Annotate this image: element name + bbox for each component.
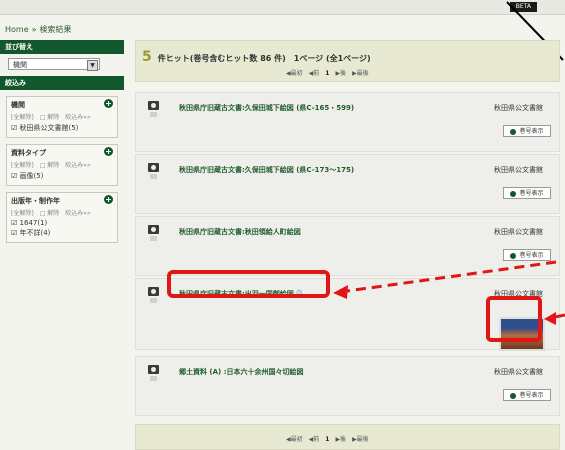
image-type-badge (150, 174, 157, 179)
result-owner: 秋田県公文書館 (494, 228, 543, 236)
result-title-link[interactable]: 郷土資料 (A) :日本六十余州国々切絵図 (179, 367, 304, 377)
circle-icon (510, 252, 517, 259)
pager-last[interactable]: ▶最後 (352, 70, 369, 77)
thumbnail-highlight-box (486, 296, 542, 342)
filter-checkbox-item[interactable]: ☑ 年不詳(4) (11, 228, 113, 238)
camera-icon (148, 225, 159, 234)
expand-icon[interactable]: + (104, 99, 113, 108)
image-type-badge (150, 236, 157, 241)
circle-icon (510, 392, 517, 399)
result-owner: 秋田県公文書館 (494, 166, 543, 174)
filter-title: 資料タイプ (11, 149, 46, 157)
breadcrumb-separator: » (31, 25, 37, 34)
camera-icon (148, 287, 159, 296)
pager-bottom: ◀最初 ◀前 1 ▶後 ▶最後 (286, 434, 375, 443)
pager-prev[interactable]: ◀前 (309, 436, 320, 443)
top-bar: BETA (0, 0, 565, 15)
expand-icon[interactable]: + (104, 195, 113, 204)
volume-display-label: 巻号表示 (519, 392, 544, 399)
filter-header: 絞込み (0, 76, 124, 90)
result-item: 秋田県庁旧蔵古文書:久保田城下絵図 (県C-173〜175) 秋田県公文書館 巻… (135, 154, 560, 214)
sort-header: 並び替え (0, 40, 124, 54)
breadcrumb-home-link[interactable]: Home (5, 25, 29, 34)
volume-display-button[interactable]: 巻号表示 (503, 389, 551, 401)
volume-display-button[interactable]: 巻号表示 (503, 249, 551, 261)
pager-next[interactable]: ▶後 (335, 70, 346, 77)
camera-icon (148, 365, 159, 374)
breadcrumb-current: 検索結果 (39, 25, 72, 34)
filter-checkbox-item[interactable]: ☑ 秋田県公文書館(5) (11, 123, 113, 133)
expand-icon[interactable]: + (104, 147, 113, 156)
image-type-badge (150, 376, 157, 381)
clear-link[interactable]: □ 解除 (40, 162, 60, 169)
camera-icon (148, 101, 159, 110)
pager-top: ◀最初 ◀前 1 ▶後 ▶最後 (286, 68, 375, 77)
filter-publication-year: 出版年・制作年 + [全解除] □ 解除 絞込み»» ☑ 1647(1) ☑ 年不詳(… (6, 192, 118, 243)
clear-all-link[interactable]: [全解除] (11, 114, 34, 121)
filter-material-type: 資料タイプ + [全解除] □ 解除 絞込み»» ☑ 画像(5) (6, 144, 118, 186)
results-main: 5 件ヒット(巻号含むヒット数 86 件) 1ページ (全1ページ) ◀最初 ◀前 1… (135, 40, 560, 450)
sidebar: 並び替え 機関 ▼ 絞込み 機関 + [全解除] □ 解除 絞込み»» ☑ 秋田県公文… (0, 40, 124, 438)
pager-bottom-bar: ◀最初 ◀前 1 ▶後 ▶最後 (135, 424, 560, 450)
hits-summary: 5 件ヒット(巻号含むヒット数 86 件) 1ページ (全1ページ) ◀最初 ◀前 1… (135, 40, 560, 82)
pager-next[interactable]: ▶後 (335, 436, 346, 443)
hit-count: 5 (142, 49, 152, 65)
clear-all-link[interactable]: [全解除] (11, 210, 34, 217)
filter-institution: 機関 + [全解除] □ 解除 絞込み»» ☑ 秋田県公文書館(5) (6, 96, 118, 138)
result-title-link[interactable]: 秋田県庁旧蔵古文書:秋田領給人町絵図 (179, 227, 301, 237)
breadcrumb: Home» 検索結果 (5, 24, 75, 35)
narrow-link[interactable]: 絞込み»» (65, 162, 90, 169)
pager-current: 1 (325, 70, 330, 77)
volume-display-label: 巻号表示 (519, 252, 544, 259)
sort-select[interactable]: 機関 ▼ (8, 58, 100, 71)
sort-select-value: 機関 (13, 61, 27, 69)
camera-icon (148, 163, 159, 172)
clear-link[interactable]: □ 解除 (40, 210, 60, 217)
hit-summary-text: 件ヒット(巻号含むヒット数 86 件) 1ページ (全1ページ) (157, 54, 371, 63)
pager-current: 1 (325, 436, 330, 443)
result-title-link[interactable]: 秋田県庁旧蔵古文書:久保田城下絵図 (県C-173〜175) (179, 165, 354, 175)
pager-first[interactable]: ◀最初 (286, 436, 303, 443)
volume-display-button[interactable]: 巻号表示 (503, 125, 551, 137)
title-highlight-box (167, 270, 330, 298)
image-type-badge (150, 112, 157, 117)
narrow-link[interactable]: 絞込み»» (65, 210, 90, 217)
result-item: 秋田県庁旧蔵古文書:久保田城下絵図 (県C-165・599) 秋田県公文書館 巻… (135, 92, 560, 152)
image-type-badge (150, 298, 157, 303)
result-item: 郷土資料 (A) :日本六十余州国々切絵図 秋田県公文書館 巻号表示 (135, 356, 560, 416)
clear-all-link[interactable]: [全解除] (11, 162, 34, 169)
filter-title: 出版年・制作年 (11, 197, 60, 205)
beta-tab[interactable]: BETA (509, 2, 537, 12)
result-owner: 秋田県公文書館 (494, 368, 543, 376)
pager-last[interactable]: ▶最後 (352, 436, 369, 443)
result-item: 秋田県庁旧蔵古文書:秋田領給人町絵図 秋田県公文書館 巻号表示 (135, 216, 560, 276)
chevron-down-icon[interactable]: ▼ (87, 60, 98, 71)
narrow-link[interactable]: 絞込み»» (65, 114, 90, 121)
circle-icon (510, 128, 517, 135)
volume-display-label: 巻号表示 (519, 128, 544, 135)
filter-checkbox-item[interactable]: ☑ 1647(1) (11, 219, 113, 227)
pager-first[interactable]: ◀最初 (286, 70, 303, 77)
clear-link[interactable]: □ 解除 (40, 114, 60, 121)
volume-display-label: 巻号表示 (519, 190, 544, 197)
volume-display-button[interactable]: 巻号表示 (503, 187, 551, 199)
pager-prev[interactable]: ◀前 (309, 70, 320, 77)
circle-icon (510, 190, 517, 197)
filter-checkbox-item[interactable]: ☑ 画像(5) (11, 171, 113, 181)
filter-title: 機関 (11, 101, 25, 109)
result-owner: 秋田県公文書館 (494, 104, 543, 112)
result-title-link[interactable]: 秋田県庁旧蔵古文書:久保田城下絵図 (県C-165・599) (179, 103, 354, 113)
